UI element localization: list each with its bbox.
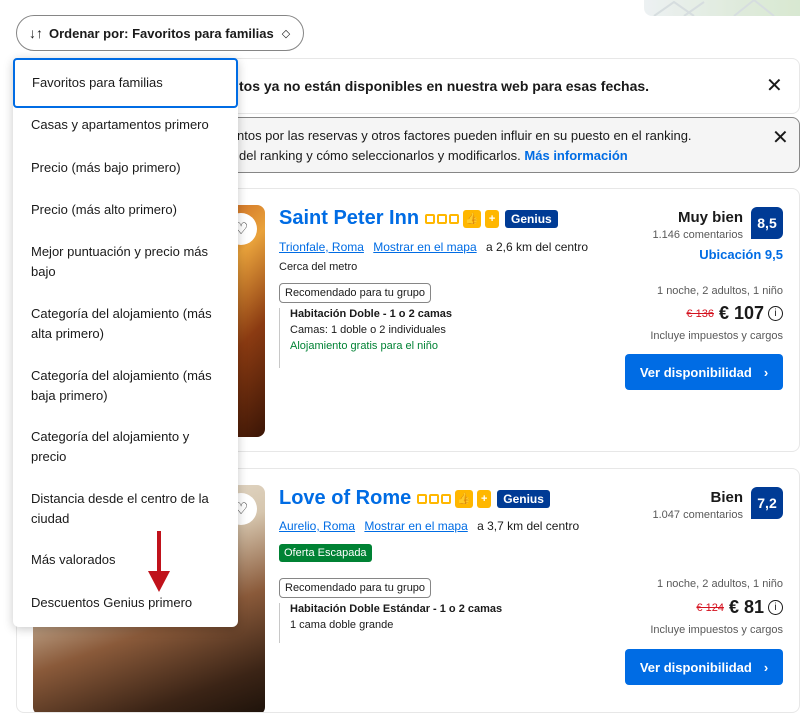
property-name[interactable]: Love of Rome [279, 487, 411, 510]
see-availability-button[interactable]: Ver disponibilidad › [625, 354, 783, 390]
sort-label: Ordenar por: Favoritos para familias [49, 25, 274, 41]
property-name[interactable]: Saint Peter Inn [279, 207, 419, 230]
room-info: Habitación Doble Estándar - 1 o 2 camas … [279, 603, 502, 643]
ranking-info-line2: del ranking y cómo seleccionarlos y modi… [239, 148, 628, 163]
info-icon[interactable]: i [768, 600, 783, 615]
review-count: 1.146 comentarios [652, 229, 744, 241]
distance-text: a 2,6 km del centro [486, 240, 589, 254]
room-name: Habitación Doble - 1 o 2 camas [290, 308, 452, 320]
sort-option[interactable]: Categoría del alojamiento (más baja prim… [13, 366, 238, 406]
star-rating [425, 213, 460, 224]
property-title[interactable]: Saint Peter Inn 👍 + Genius [279, 207, 558, 230]
more-info-link[interactable]: Más información [524, 148, 627, 163]
chevron-right-icon: › [763, 364, 769, 380]
show-on-map-link[interactable]: Mostrar en el mapa [364, 519, 467, 533]
room-extra: Alojamiento gratis para el niño [290, 340, 438, 352]
sort-option[interactable]: Mejor puntuación y precio más bajo [13, 242, 238, 282]
info-icon[interactable]: i [768, 306, 783, 321]
recommended-tag: Recomendado para tu grupo [279, 283, 432, 303]
score-badge: 8,5 [751, 207, 783, 239]
location-score: Ubicación 9,5 [699, 247, 783, 262]
map-lines-icon [653, 0, 775, 16]
review-score[interactable]: Bien 1.047 comentarios 7,2 [623, 487, 783, 527]
chevron-right-icon: › [763, 659, 769, 675]
stay-details: 1 noche, 2 adultos, 1 niño [657, 285, 783, 297]
sort-dropdown: Favoritos para familias Casas y apartame… [13, 58, 238, 627]
see-availability-label: Ver disponibilidad [639, 659, 752, 675]
sort-option[interactable]: Favoritos para familias [13, 58, 238, 108]
price: € 124 € 81 i [696, 597, 783, 618]
old-price: € 124 [696, 601, 724, 614]
genius-badge: Genius [505, 209, 558, 228]
see-availability-label: Ver disponibilidad [639, 364, 752, 380]
location-line: Aurelio, Roma Mostrar en el mapa a 3,7 k… [279, 519, 579, 533]
ranking-info-line1: ntos por las reservas y otros factores p… [237, 128, 692, 143]
sort-option[interactable]: Más valorados [13, 550, 238, 570]
star-rating [417, 493, 452, 504]
room-beds: Camas: 1 doble o 2 individuales [290, 324, 446, 336]
district-link[interactable]: Trionfale, Roma [279, 240, 364, 254]
genius-badge: Genius [497, 489, 550, 508]
deal-badge: Oferta Escapada [279, 544, 372, 562]
old-price: € 136 [686, 307, 714, 320]
room-info: Habitación Doble - 1 o 2 camas Camas: 1 … [279, 308, 452, 368]
availability-banner-text: tos ya no están disponibles en nuestra w… [239, 78, 650, 94]
close-icon[interactable]: ✕ [772, 128, 789, 148]
taxes-note: Incluye impuestos y cargos [650, 330, 783, 342]
review-count: 1.047 comentarios [652, 509, 744, 521]
see-availability-button[interactable]: Ver disponibilidad › [625, 649, 783, 685]
new-price: € 107 [718, 303, 764, 323]
sort-button[interactable]: ↓↑ Ordenar por: Favoritos para familias … [16, 15, 304, 51]
rating-word: Bien [710, 489, 743, 506]
sort-option[interactable]: Categoría del alojamiento y precio [13, 427, 238, 467]
chevron-updown-icon: ◇ [281, 27, 291, 40]
rating-word: Muy bien [677, 209, 743, 226]
score-badge: 7,2 [751, 487, 783, 519]
metro-note: Cerca del metro [279, 261, 358, 273]
recommended-tag: Recomendado para tu grupo [279, 578, 432, 598]
price: € 136 € 107 i [686, 303, 783, 324]
plus-icon: + [477, 489, 492, 508]
sort-option[interactable]: Casas y apartamentos primero [13, 115, 238, 135]
sort-option[interactable]: Descuentos Genius primero [13, 593, 238, 613]
show-on-map-link[interactable]: Mostrar en el mapa [373, 240, 476, 254]
room-beds: 1 cama doble grande [290, 619, 394, 631]
location-line: Trionfale, Roma Mostrar en el mapa a 2,6… [279, 240, 588, 254]
sort-arrows-icon: ↓↑ [29, 25, 43, 41]
district-link[interactable]: Aurelio, Roma [279, 519, 355, 533]
new-price: € 81 [728, 597, 764, 617]
review-score[interactable]: Muy bien 1.146 comentarios 8,5 [623, 207, 783, 247]
distance-text: a 3,7 km del centro [477, 519, 580, 533]
plus-icon: + [485, 209, 500, 228]
thumbs-up-icon: 👍 [455, 489, 474, 508]
sort-option[interactable]: Categoría del alojamiento (más alta prim… [13, 304, 238, 344]
close-icon[interactable]: ✕ [766, 76, 783, 96]
thumbs-up-icon: 👍 [463, 209, 482, 228]
annotation-arrow-icon [148, 531, 170, 592]
stay-details: 1 noche, 2 adultos, 1 niño [657, 578, 783, 590]
sort-option[interactable]: Precio (más alto primero) [13, 200, 238, 220]
sort-option[interactable]: Distancia desde el centro de la ciudad [13, 489, 238, 529]
taxes-note: Incluye impuestos y cargos [650, 624, 783, 636]
sort-option[interactable]: Precio (más bajo primero) [13, 158, 238, 178]
map-thumbnail[interactable] [644, 0, 800, 16]
property-title[interactable]: Love of Rome 👍 + Genius [279, 487, 550, 510]
room-name: Habitación Doble Estándar - 1 o 2 camas [290, 603, 503, 615]
